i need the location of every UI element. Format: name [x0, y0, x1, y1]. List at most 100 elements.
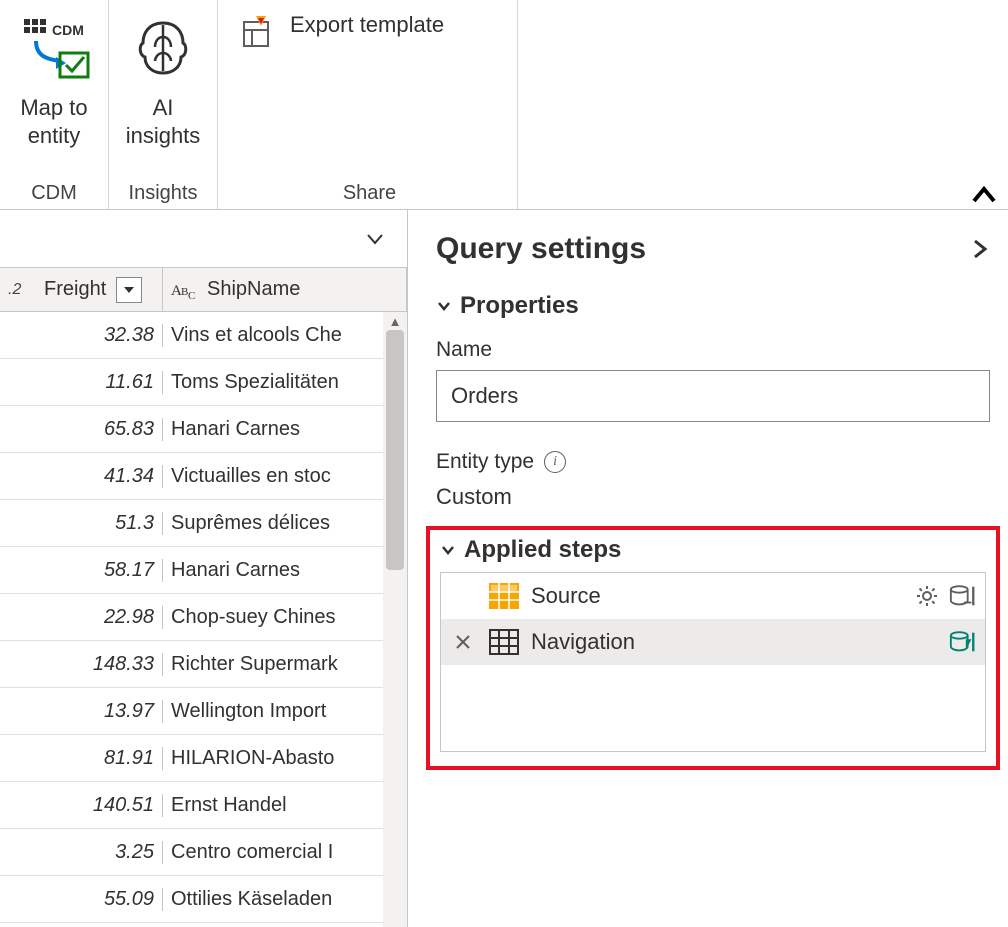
table-row[interactable]: 11.61Toms Spezialitäten: [0, 359, 407, 406]
cell-freight: 81.91: [0, 747, 163, 770]
table-row[interactable]: 51.3Suprêmes délices: [0, 500, 407, 547]
info-icon[interactable]: i: [544, 451, 566, 473]
table-row[interactable]: 65.83Hanari Carnes: [0, 406, 407, 453]
query-settings-pane: Query settings Properties Name Entity ty…: [408, 210, 1008, 927]
entity-type-label-row: Entity type i: [436, 450, 990, 474]
export-template-label: Export template: [290, 12, 444, 38]
column-filter-button[interactable]: [116, 277, 142, 303]
formula-bar: [0, 210, 407, 268]
ribbon-group-insights: AIinsights Insights: [109, 0, 218, 209]
column-headers: .2 Freight A B C ShipName: [0, 268, 407, 312]
text-type-icon: A B C: [171, 280, 201, 300]
entity-type-value: Custom: [436, 484, 990, 510]
data-preview-pane: .2 Freight A B C ShipName 32.38Vins et a…: [0, 210, 408, 927]
scroll-thumb[interactable]: [386, 330, 404, 570]
name-label: Name: [436, 338, 990, 362]
table-row[interactable]: 41.34Victuailles en stoc: [0, 453, 407, 500]
cell-freight: 32.38: [0, 324, 163, 347]
applied-step[interactable]: Source: [441, 573, 985, 619]
query-settings-title: Query settings: [436, 232, 646, 266]
cell-shipname: Wellington Import: [163, 700, 407, 723]
column-header-freight[interactable]: .2 Freight: [0, 268, 163, 311]
export-template-button[interactable]: Export template: [236, 6, 444, 52]
cell-shipname: Centro comercial I: [163, 841, 407, 864]
table-row[interactable]: 13.97Wellington Import: [0, 688, 407, 735]
applied-steps-list: Source Navigation: [440, 572, 986, 752]
database-icon[interactable]: [949, 628, 977, 656]
ribbon-collapse-button[interactable]: [970, 183, 998, 207]
column-name: Freight: [44, 278, 106, 301]
cell-freight: 13.97: [0, 700, 163, 723]
applied-steps-highlight: Applied steps Source Navigation: [426, 526, 1000, 770]
entity-type-label: Entity type: [436, 450, 534, 474]
cell-freight: 148.33: [0, 653, 163, 676]
cell-freight: 51.3: [0, 512, 163, 535]
cell-freight: 55.09: [0, 888, 163, 911]
table-row[interactable]: 58.17Hanari Carnes: [0, 547, 407, 594]
map-to-entity-button[interactable]: CDM Map toentity: [14, 6, 94, 149]
properties-label: Properties: [460, 292, 579, 320]
table-row[interactable]: 140.51Ernst Handel: [0, 782, 407, 829]
cell-freight: 3.25: [0, 841, 163, 864]
cell-shipname: Richter Supermark: [163, 653, 407, 676]
ai-insights-label: AIinsights: [126, 94, 201, 149]
table-row[interactable]: 3.25Centro comercial I: [0, 829, 407, 876]
ai-insights-button[interactable]: AIinsights: [123, 6, 203, 149]
column-name: ShipName: [207, 278, 300, 301]
formula-expand-button[interactable]: [359, 223, 391, 255]
cell-freight: 140.51: [0, 794, 163, 817]
column-header-shipname[interactable]: A B C ShipName: [163, 268, 407, 311]
cell-freight: 65.83: [0, 418, 163, 441]
cell-freight: 22.98: [0, 606, 163, 629]
scroll-up-icon[interactable]: ▲: [383, 312, 407, 330]
applied-steps-section-header[interactable]: Applied steps: [440, 536, 986, 564]
scroll-track[interactable]: [383, 330, 407, 927]
rows-wrapper: 32.38Vins et alcools Che11.61Toms Spezia…: [0, 312, 407, 927]
properties-section-header[interactable]: Properties: [436, 292, 990, 320]
chevron-down-icon: [436, 298, 452, 314]
map-to-entity-label: Map toentity: [20, 94, 87, 149]
group-label-cdm: CDM: [31, 182, 77, 209]
table-gray-icon: [487, 627, 521, 657]
applied-step[interactable]: Navigation: [441, 619, 985, 665]
cell-shipname: Hanari Carnes: [163, 559, 407, 582]
ribbon-group-cdm: CDM Map toentity CDM: [0, 0, 109, 209]
table-rows: 32.38Vins et alcools Che11.61Toms Spezia…: [0, 312, 407, 923]
table-row[interactable]: 55.09Ottilies Käseladen: [0, 876, 407, 923]
database-icon[interactable]: [949, 582, 977, 610]
applied-steps-label: Applied steps: [464, 536, 621, 564]
delete-step-button[interactable]: [449, 633, 477, 651]
brain-icon: [123, 10, 203, 88]
ribbon: CDM Map toentity CDM: [0, 0, 1008, 210]
cdm-icon: CDM: [14, 10, 94, 88]
cell-shipname: Toms Spezialitäten: [163, 371, 407, 394]
step-actions: [949, 628, 977, 656]
table-row[interactable]: 32.38Vins et alcools Che: [0, 312, 407, 359]
cell-freight: 58.17: [0, 559, 163, 582]
group-label-insights: Insights: [129, 182, 198, 209]
cell-shipname: Chop-suey Chines: [163, 606, 407, 629]
cell-freight: 41.34: [0, 465, 163, 488]
table-orange-icon: [487, 581, 521, 611]
table-row[interactable]: 148.33Richter Supermark: [0, 641, 407, 688]
ribbon-group-share: Export template Share: [218, 0, 518, 209]
query-settings-header: Query settings: [436, 232, 990, 266]
step-name: Navigation: [531, 629, 939, 655]
cell-shipname: Ernst Handel: [163, 794, 407, 817]
svg-text:C: C: [188, 290, 195, 300]
vertical-scrollbar[interactable]: ▲: [383, 312, 407, 927]
cell-shipname: Suprêmes délices: [163, 512, 407, 535]
cell-shipname: Victuailles en stoc: [163, 465, 407, 488]
query-settings-expand-button[interactable]: [970, 235, 990, 263]
cell-shipname: Ottilies Käseladen: [163, 888, 407, 911]
cell-shipname: Hanari Carnes: [163, 418, 407, 441]
table-row[interactable]: 22.98Chop-suey Chines: [0, 594, 407, 641]
table-row[interactable]: 81.91HILARION-Abasto: [0, 735, 407, 782]
cell-shipname: HILARION-Abasto: [163, 747, 407, 770]
gear-icon[interactable]: [913, 582, 941, 610]
decimal-type-icon: .2: [8, 281, 38, 299]
cell-shipname: Vins et alcools Che: [163, 324, 407, 347]
step-actions: [913, 582, 977, 610]
query-name-input[interactable]: [436, 370, 990, 422]
main-content: .2 Freight A B C ShipName 32.38Vins et a…: [0, 210, 1008, 927]
